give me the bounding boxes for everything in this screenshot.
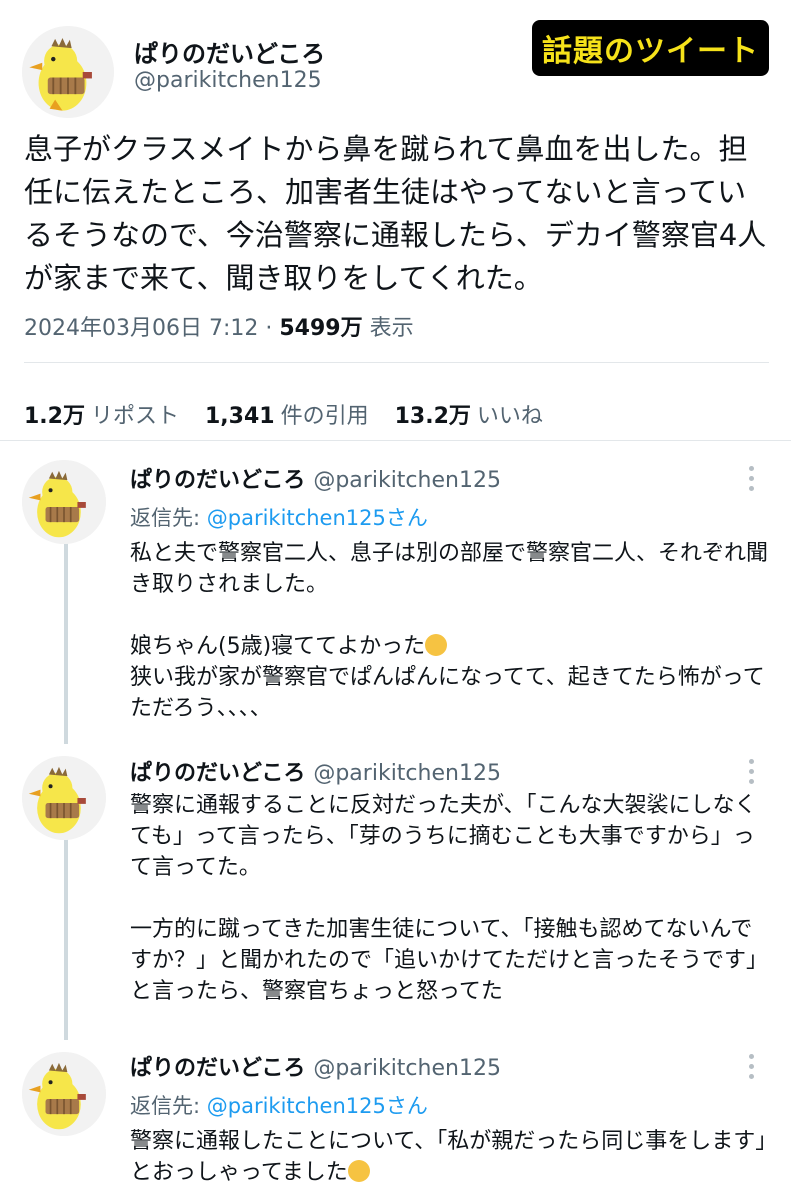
divider [0,440,791,441]
reply-text: 私と夫で警察官二人、息子は別の部屋で警察官二人、それぞれ聞き取りされました。 娘… [130,538,770,724]
divider [24,362,769,363]
view-count: 5499万 [279,316,363,341]
reply-paragraph: 警察に通報したことについて、「私が親だったら同じ事をします」とおっしゃってました [130,1129,767,1185]
reply-text: 警察に通報したことについて、「私が親だったら同じ事をします」とおっしゃってました [130,1126,770,1188]
chick-avatar-icon [22,460,106,544]
more-options-icon[interactable] [749,759,755,789]
reply-author-handle: @parikitchen125 [313,468,501,493]
quotes-stat[interactable]: 1,341 件の引用 [205,404,369,429]
reply-text: 警察に通報することに反対だった夫が、「こんな大袈裟にしなくても」って言ったら、「… [130,790,770,1007]
reply-author-name: ぱりのだいどころ [130,468,306,493]
chick-avatar-icon [22,756,106,840]
reply-to-link[interactable]: @parikitchen125さん [207,1094,428,1118]
engagement-stats: 1.2万 リポスト 1,341 件の引用 13.2万 いいね [24,398,543,430]
reply-paragraph: 警察に通報することに反対だった夫が、「こんな大袈裟にしなくても」って言ったら、「… [130,793,757,880]
avatar[interactable] [22,460,106,544]
tweet-date[interactable]: 2024年03月06日 7:12 · [24,316,279,341]
more-options-icon[interactable] [749,1054,755,1084]
reply-paragraph: 娘ちゃん(5歳)寝ててよかった [130,634,426,659]
avatar[interactable] [22,756,106,840]
reply-paragraph: 私と夫で警察官二人、息子は別の部屋で警察官二人、それぞれ聞き取りされました。 [130,541,769,597]
reposts-stat[interactable]: 1.2万 リポスト [24,404,179,429]
chick-avatar-icon [22,1052,106,1136]
reply-paragraph: 狭い我が家が警察官でぱんぱんになってて、起きてたら怖がってただろう、、、、 [130,665,765,721]
reply-to-link[interactable]: @parikitchen125さん [207,506,428,530]
view-label: 表示 [362,316,414,341]
thread-connector [64,828,68,1040]
avatar[interactable] [22,1052,106,1136]
reply-author[interactable]: ぱりのだいどころ @parikitchen125 [130,462,501,494]
reply-author[interactable]: ぱりのだいどころ @parikitchen125 [130,755,501,787]
likes-count: 13.2万 [394,404,471,429]
reposts-count: 1.2万 [24,404,85,429]
avatar[interactable] [22,26,114,118]
more-options-icon[interactable] [749,466,755,496]
author-handle[interactable]: @parikitchen125 [134,68,322,93]
reply-to: 返信先: @parikitchen125さん [130,1090,428,1120]
reply-to-prefix: 返信先: [130,1094,207,1118]
smiling-face-emoji-icon [347,1160,370,1182]
reply-to: 返信先: @parikitchen125さん [130,502,428,532]
likes-label: いいね [476,404,543,429]
persevering-face-emoji-icon [425,634,448,656]
reply-author-name: ぱりのだいどころ [130,1056,306,1081]
reply-author[interactable]: ぱりのだいどころ @parikitchen125 [130,1050,501,1082]
reply-paragraph: 一方的に蹴ってきた加害生徒について、「接触も認めてないんですか？」と聞かれたので… [130,917,769,1004]
reply-author-handle: @parikitchen125 [313,1056,501,1081]
tweet-text: 息子がクラスメイトから鼻を蹴られて鼻血を出した。担任に伝えたところ、加害者生徒は… [24,132,767,295]
reply-author-handle: @parikitchen125 [313,761,501,786]
quotes-label: 件の引用 [280,404,369,429]
trending-tweet-badge: 話題のツイート [532,20,769,76]
reply-to-prefix: 返信先: [130,506,207,530]
tweet-meta: 2024年03月06日 7:12 · 5499万 表示 [24,310,414,342]
reposts-label: リポスト [90,404,179,429]
likes-stat[interactable]: 13.2万 いいね [395,404,543,429]
author-name[interactable]: ぱりのだいどころ [134,34,325,69]
thread-connector [64,532,68,744]
reply-author-name: ぱりのだいどころ [130,761,306,786]
quotes-count: 1,341 [205,404,275,429]
chick-avatar-icon [22,26,114,118]
